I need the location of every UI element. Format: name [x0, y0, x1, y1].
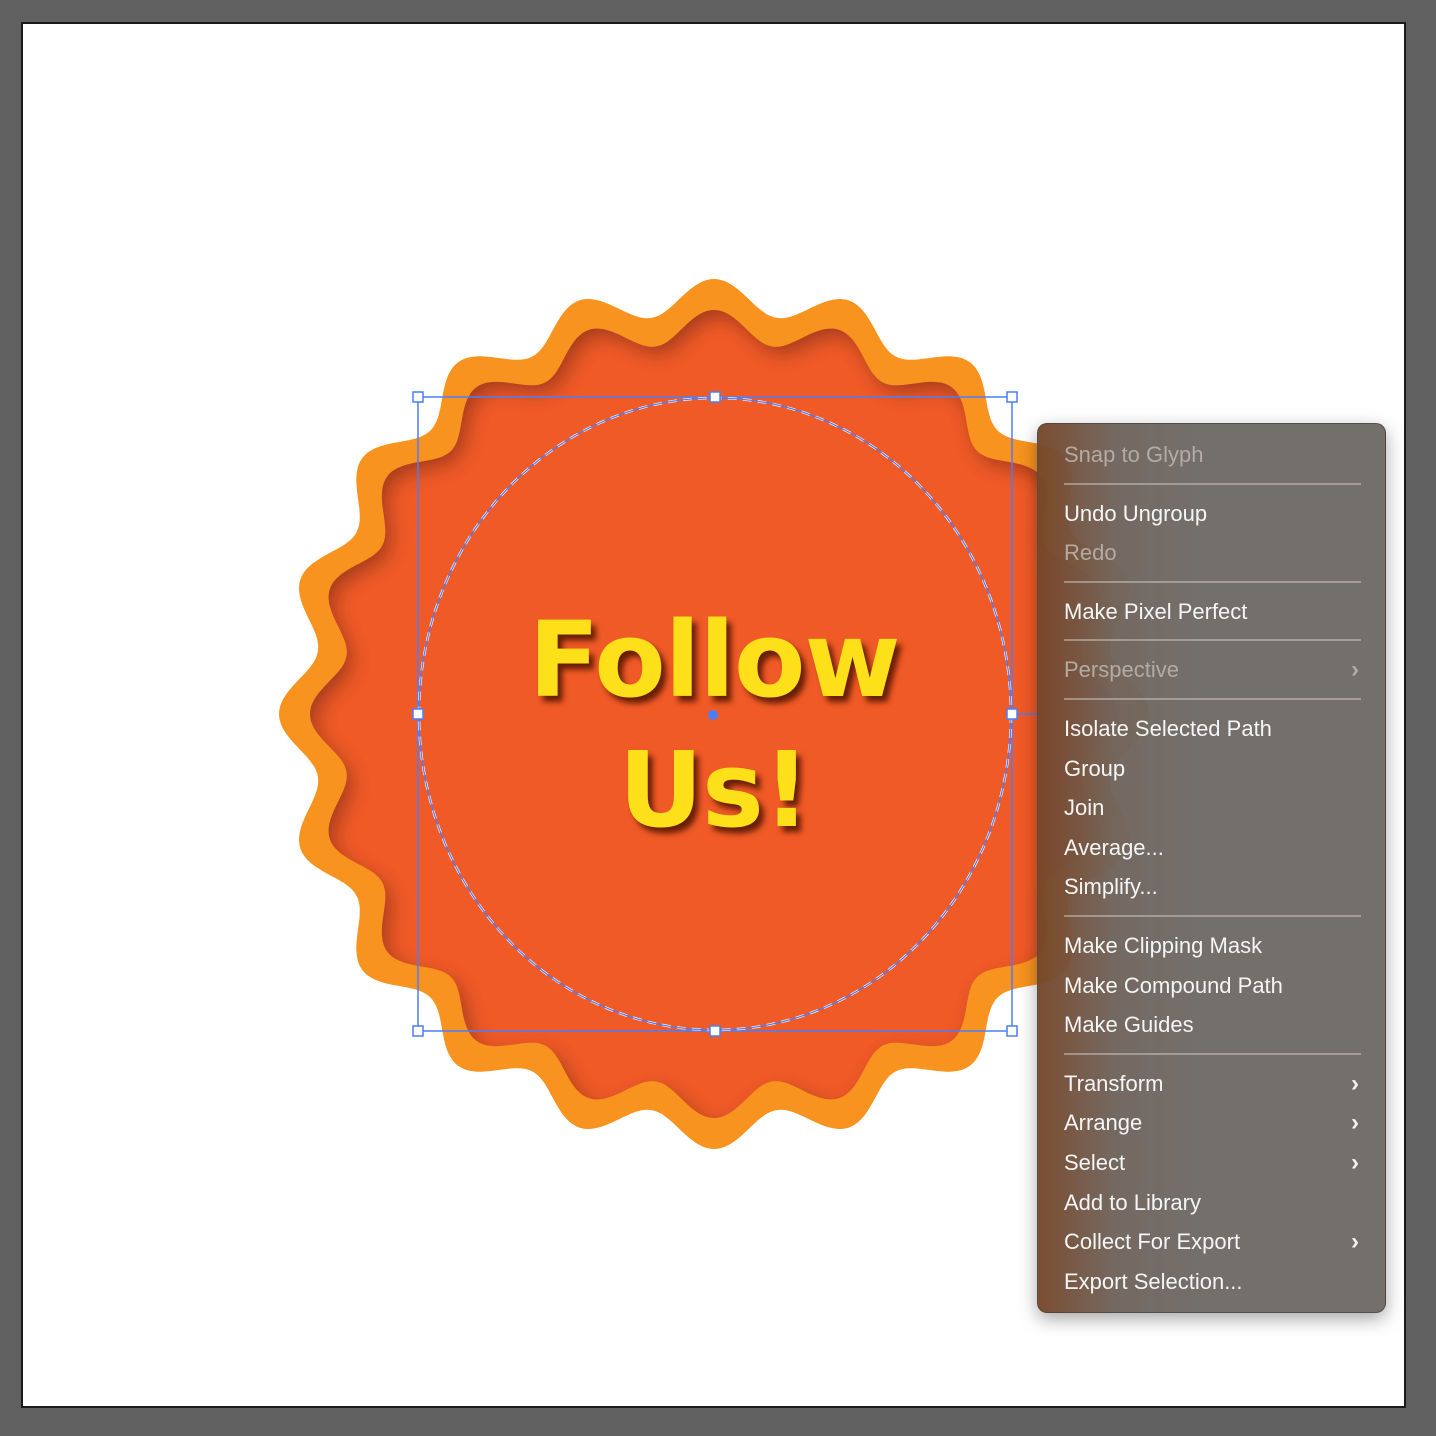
menu-item-simplify[interactable]: Simplify... — [1038, 867, 1385, 907]
menu-item-label: Make Compound Path — [1064, 972, 1283, 998]
menu-item-label: Make Clipping Mask — [1064, 932, 1263, 958]
menu-item-label: Simplify... — [1064, 874, 1158, 900]
menu-item-isolate-selected-path[interactable]: Isolate Selected Path — [1038, 709, 1385, 749]
menu-separator — [1064, 697, 1361, 700]
chevron-right-icon: › — [1351, 1228, 1359, 1256]
menu-item-label: Perspective — [1064, 657, 1179, 683]
menu-item-label: Make Pixel Perfect — [1064, 598, 1248, 624]
menu-item-label: Join — [1064, 795, 1105, 821]
badge-text-line2[interactable]: Us! — [414, 738, 1014, 842]
menu-item-join[interactable]: Join — [1038, 788, 1385, 828]
menu-item-label: Redo — [1064, 540, 1117, 566]
menu-item-label: Group — [1064, 755, 1126, 781]
menu-item-label: Transform — [1064, 1070, 1164, 1096]
resize-handle-bottom-center[interactable] — [709, 1025, 721, 1037]
menu-item-export-selection[interactable]: Export Selection... — [1038, 1262, 1385, 1302]
resize-handle-bottom-left[interactable] — [412, 1025, 424, 1037]
menu-item-select[interactable]: Select › — [1038, 1143, 1385, 1183]
menu-item-perspective: Perspective › — [1038, 650, 1385, 690]
menu-item-label: Arrange — [1064, 1110, 1143, 1136]
menu-item-make-guides[interactable]: Make Guides — [1038, 1005, 1385, 1045]
menu-item-make-compound-path[interactable]: Make Compound Path — [1038, 966, 1385, 1006]
chevron-right-icon: › — [1351, 656, 1359, 684]
menu-item-label: Snap to Glyph — [1064, 442, 1204, 467]
resize-handle-top-left[interactable] — [412, 391, 424, 403]
menu-item-collect-for-export[interactable]: Collect For Export › — [1038, 1222, 1385, 1262]
menu-item-label: Isolate Selected Path — [1064, 715, 1272, 741]
chevron-right-icon: › — [1351, 1069, 1359, 1097]
resize-handle-top-center[interactable] — [709, 391, 721, 403]
menu-item-redo: Redo — [1038, 533, 1385, 573]
menu-separator — [1064, 580, 1361, 583]
menu-item-undo-ungroup[interactable]: Undo Ungroup — [1038, 494, 1385, 534]
menu-separator — [1064, 914, 1361, 917]
menu-item-arrange[interactable]: Arrange › — [1038, 1103, 1385, 1143]
menu-item-snap-to-glyph: Snap to Glyph — [1038, 435, 1385, 475]
menu-item-label: Select — [1064, 1149, 1126, 1175]
resize-handle-bottom-right[interactable] — [1006, 1025, 1018, 1037]
menu-item-average[interactable]: Average... — [1038, 828, 1385, 868]
context-menu: Snap to Glyph Undo Ungroup Redo Make Pixel … — [1037, 423, 1386, 1313]
menu-item-make-clipping-mask[interactable]: Make Clipping Mask — [1038, 926, 1385, 966]
menu-item-label: Average... — [1064, 834, 1164, 860]
menu-item-label: Make Guides — [1064, 1012, 1194, 1038]
menu-item-label: Export Selection... — [1064, 1268, 1243, 1294]
badge-text-line1[interactable]: Follow — [414, 608, 1014, 712]
chevron-right-icon: › — [1351, 1109, 1359, 1137]
menu-separator — [1064, 1052, 1361, 1055]
menu-item-group[interactable]: Group — [1038, 749, 1385, 789]
chevron-right-icon: › — [1351, 1148, 1359, 1176]
menu-separator — [1064, 482, 1361, 485]
menu-item-label: Add to Library — [1064, 1189, 1201, 1215]
menu-item-make-pixel-perfect[interactable]: Make Pixel Perfect — [1038, 592, 1385, 632]
resize-handle-top-right[interactable] — [1006, 391, 1018, 403]
menu-item-transform[interactable]: Transform › — [1038, 1064, 1385, 1104]
menu-item-add-to-library[interactable]: Add to Library — [1038, 1183, 1385, 1223]
menu-separator — [1064, 639, 1361, 642]
menu-item-label: Collect For Export — [1064, 1229, 1241, 1255]
menu-item-label: Undo Ungroup — [1064, 500, 1208, 526]
